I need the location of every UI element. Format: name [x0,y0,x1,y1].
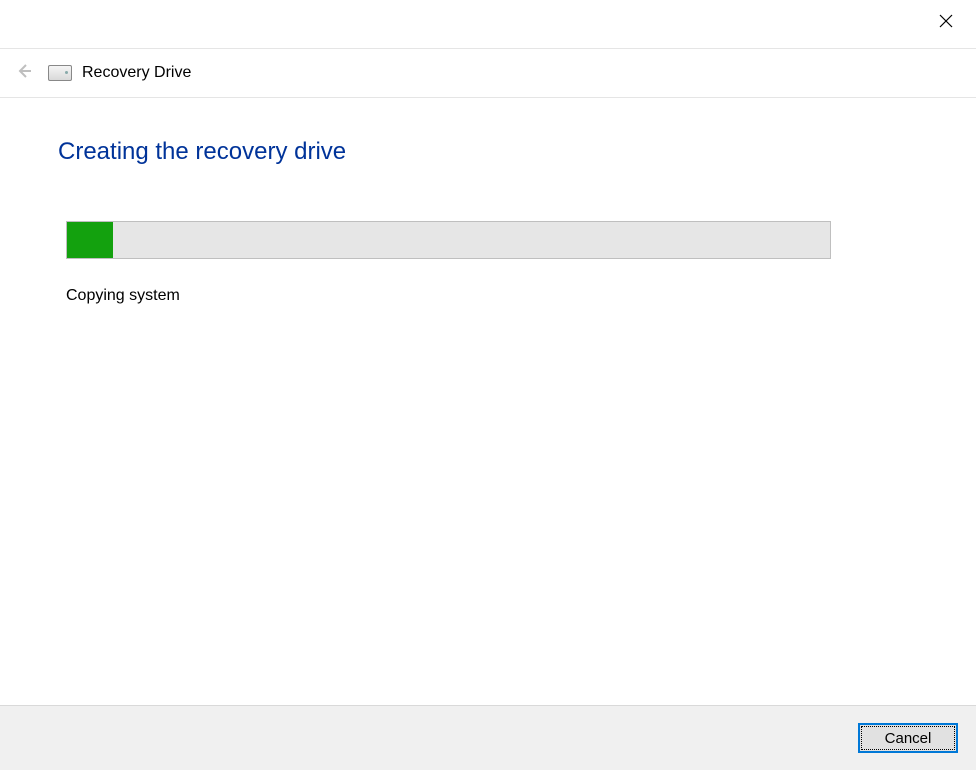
status-text: Copying system [66,287,818,305]
content-area: Creating the recovery drive Copying syst… [0,98,976,705]
header-bar: Recovery Drive [0,49,976,98]
back-arrow-icon [15,62,33,85]
drive-icon [48,65,72,81]
back-button [12,61,36,85]
page-heading: Creating the recovery drive [58,138,918,166]
titlebar [0,0,976,49]
progress-section: Copying system [66,221,818,305]
footer: Cancel [0,705,976,770]
header-title: Recovery Drive [82,64,191,82]
close-icon [939,14,953,33]
cancel-button[interactable]: Cancel [858,723,958,753]
cancel-button-label: Cancel [885,730,932,747]
progress-fill [67,222,113,258]
progress-bar [66,221,831,259]
recovery-drive-window: Recovery Drive Creating the recovery dri… [0,0,976,770]
close-button[interactable] [926,8,966,38]
